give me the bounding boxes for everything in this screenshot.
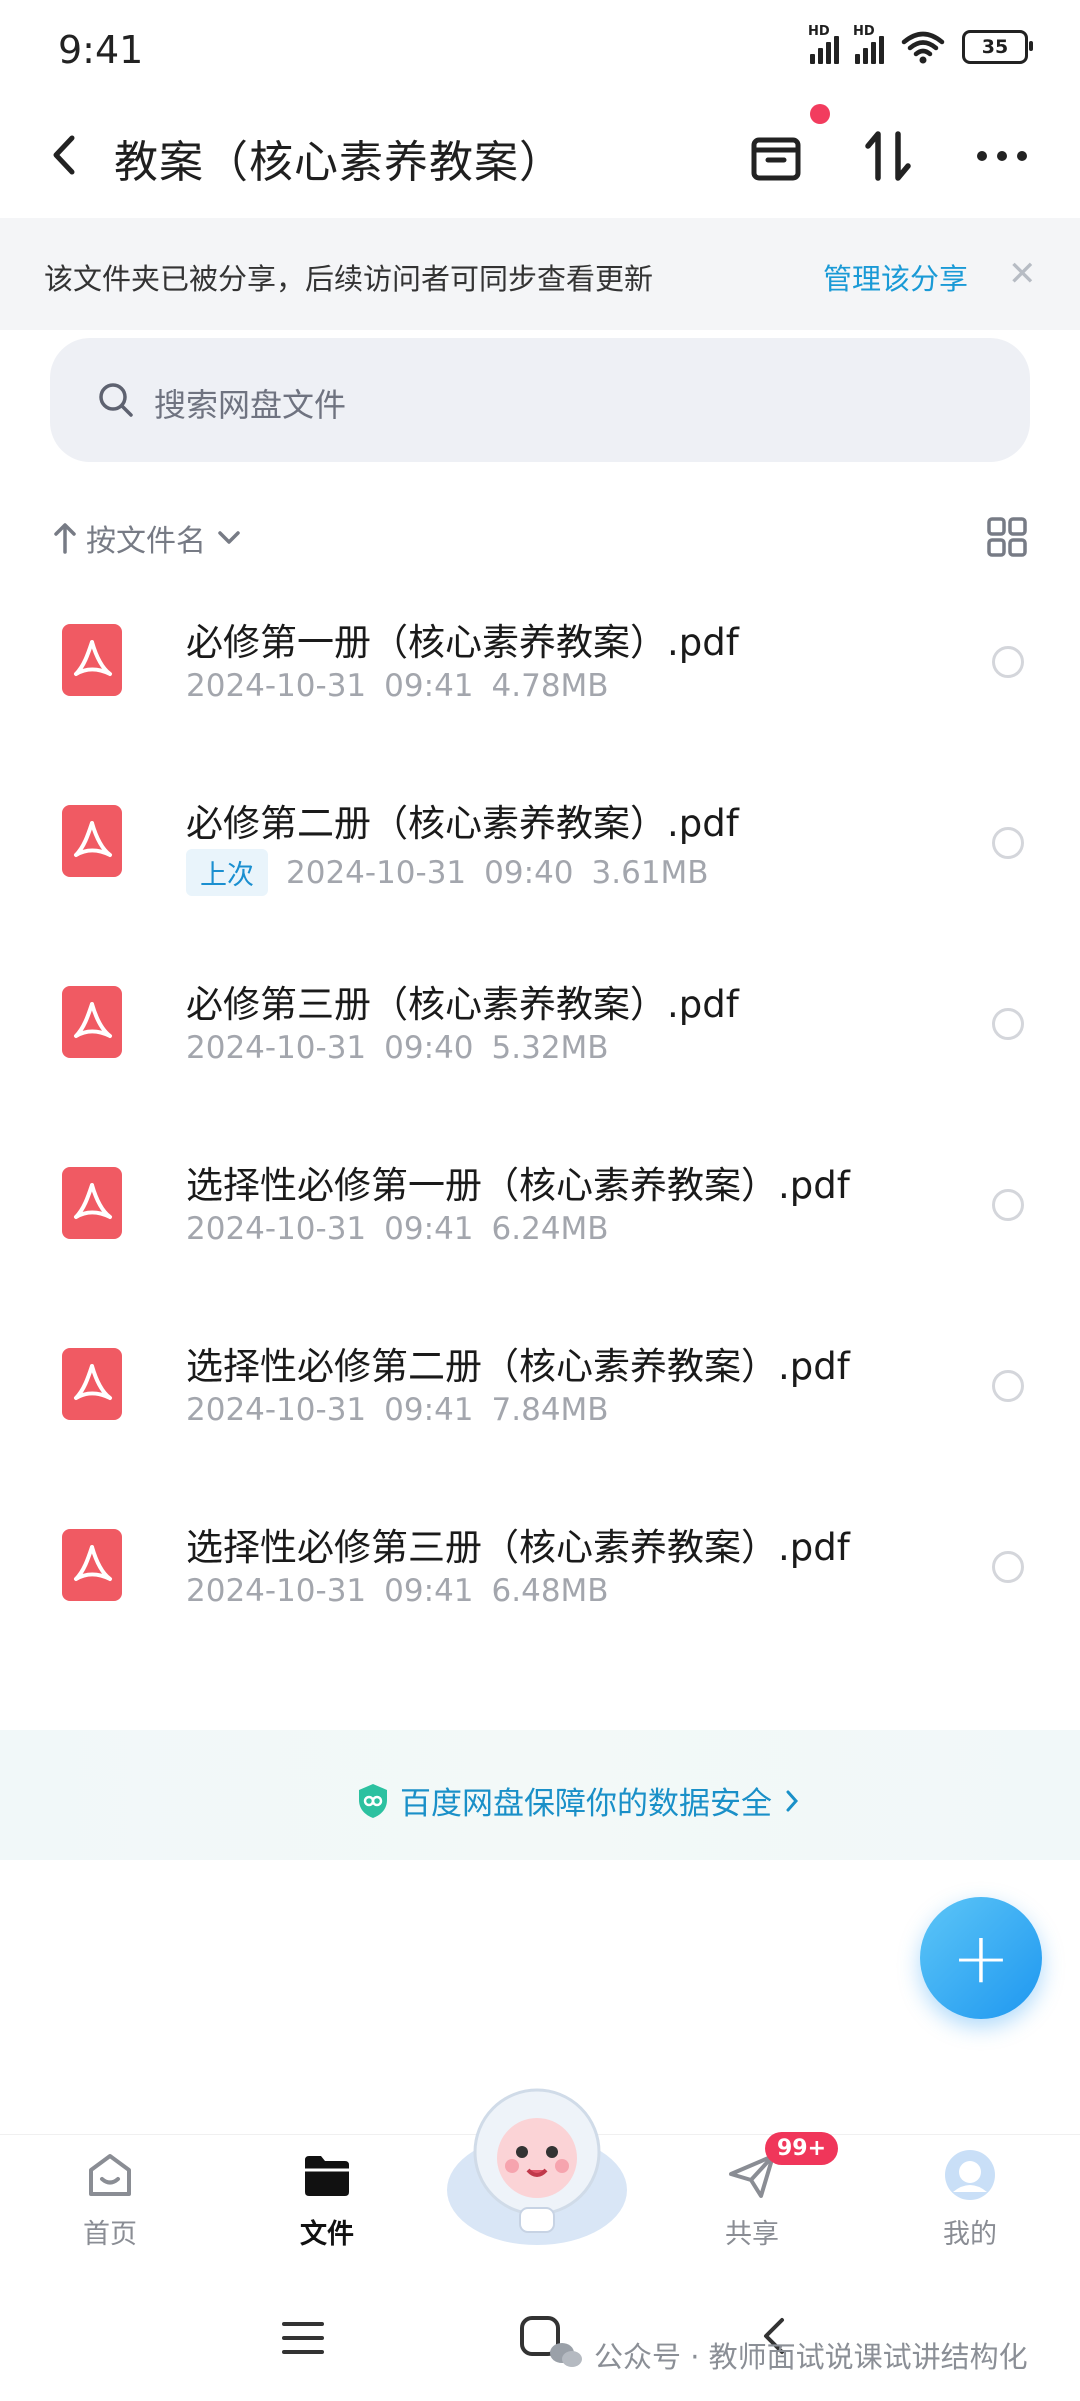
add-button[interactable]: +: [920, 1897, 1042, 2019]
file-name: 选择性必修第三册（核心素养教案）.pdf: [186, 1526, 850, 1569]
select-checkbox[interactable]: [992, 646, 1024, 678]
pdf-file-icon: [62, 986, 122, 1058]
pdf-file-icon: [62, 805, 122, 877]
select-checkbox[interactable]: [992, 1551, 1024, 1583]
last-opened-badge: 上次: [186, 849, 268, 896]
arrow-up-icon: [54, 523, 76, 554]
pdf-file-icon: [62, 1167, 122, 1239]
file-meta: 2024-10-31 09:41 6.48MB: [186, 1573, 609, 1609]
select-checkbox[interactable]: [992, 1008, 1024, 1040]
file-row[interactable]: 必修第二册（核心素养教案）.pdf 上次 2024-10-31 09:40 3.61…: [0, 765, 1080, 945]
status-time: 9:41: [58, 28, 144, 72]
pdf-file-icon: [62, 624, 122, 696]
file-meta: 上次 2024-10-31 09:40 3.61MB: [186, 849, 709, 896]
file-row[interactable]: 选择性必修第三册（核心素养教案）.pdf 2024-10-31 09:41 6.48…: [0, 1489, 1080, 1669]
pdf-file-icon: [62, 1348, 122, 1420]
file-name: 选择性必修第二册（核心素养教案）.pdf: [186, 1345, 850, 1388]
file-meta: 2024-10-31 09:40 5.32MB: [186, 1030, 609, 1066]
sort-by-name-button[interactable]: 按文件名: [52, 516, 244, 560]
chevron-right-icon: [786, 1790, 799, 1811]
signal-icon: HD: [808, 24, 839, 64]
shield-icon: [359, 1783, 387, 1818]
folder-icon: [305, 2156, 349, 2196]
select-checkbox[interactable]: [992, 827, 1024, 859]
close-icon[interactable]: ✕: [1008, 254, 1037, 294]
manage-share-link[interactable]: 管理该分享: [823, 256, 968, 298]
page-title: 教案（核心素养教案）: [114, 137, 564, 188]
wifi-icon: [901, 31, 945, 64]
file-row[interactable]: 选择性必修第一册（核心素养教案）.pdf 2024-10-31 09:41 6.24…: [0, 1127, 1080, 1307]
file-name: 选择性必修第一册（核心素养教案）.pdf: [186, 1164, 850, 1207]
share-banner-text: 该文件夹已被分享，后续访问者可同步查看更新: [44, 262, 654, 296]
battery-icon: 35: [962, 30, 1033, 64]
nav-files[interactable]: 文件: [257, 2148, 397, 2251]
sort-swap-icon[interactable]: [858, 126, 918, 186]
menu-icon[interactable]: [280, 2318, 326, 2358]
file-meta: 2024-10-31 09:41 4.78MB: [186, 668, 609, 704]
signal-icon-2: HD: [853, 24, 884, 64]
home-icon: [89, 2154, 131, 2196]
wechat-icon: [550, 2343, 582, 2367]
security-link[interactable]: 百度网盘保障你的数据安全: [356, 1778, 802, 1823]
select-checkbox[interactable]: [992, 1189, 1024, 1221]
mascot-icon[interactable]: [442, 2080, 632, 2250]
notification-dot: [810, 104, 830, 124]
search-input[interactable]: 搜索网盘文件: [154, 380, 346, 426]
select-checkbox[interactable]: [992, 1370, 1024, 1402]
file-row[interactable]: 必修第一册（核心素养教案）.pdf 2024-10-31 09:41 4.78MB: [0, 584, 1080, 764]
back-arrow-icon[interactable]: [44, 130, 84, 180]
more-icon[interactable]: [972, 126, 1032, 186]
nav-home[interactable]: 首页: [40, 2148, 180, 2251]
nav-me[interactable]: 我的: [900, 2148, 1040, 2251]
avatar-icon: [945, 2150, 995, 2200]
sort-label: 按文件名: [86, 524, 206, 559]
file-name: 必修第三册（核心素养教案）.pdf: [186, 983, 739, 1026]
pdf-file-icon: [62, 1529, 122, 1601]
file-row[interactable]: 选择性必修第二册（核心素养教案）.pdf 2024-10-31 09:41 7.84…: [0, 1308, 1080, 1488]
share-badge: 99+: [765, 2132, 839, 2165]
transfer-list-icon[interactable]: [746, 126, 806, 186]
watermark: 公众号 · 教师面试说课试讲结构化: [548, 2334, 1028, 2376]
search-icon: [99, 383, 133, 417]
file-row[interactable]: 必修第三册（核心素养教案）.pdf 2024-10-31 09:40 5.32MB: [0, 946, 1080, 1126]
file-meta: 2024-10-31 09:41 7.84MB: [186, 1392, 609, 1428]
chevron-down-icon: [218, 531, 240, 544]
grid-view-icon[interactable]: [986, 516, 1028, 558]
file-name: 必修第二册（核心素养教案）.pdf: [186, 802, 739, 845]
file-meta: 2024-10-31 09:41 6.24MB: [186, 1211, 609, 1247]
status-icons: HD HD 35: [808, 24, 1033, 64]
file-name: 必修第一册（核心素养教案）.pdf: [186, 621, 739, 664]
